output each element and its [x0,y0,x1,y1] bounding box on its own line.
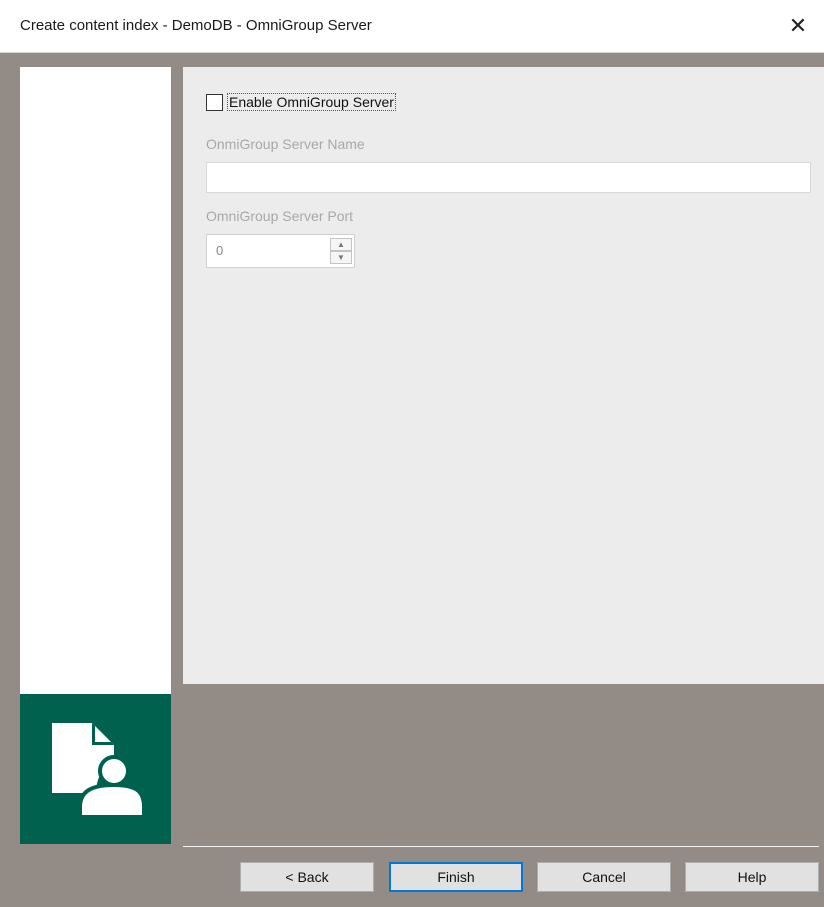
cancel-button[interactable]: Cancel [537,862,671,892]
footer-separator [183,846,819,847]
enable-server-checkbox[interactable] [206,93,223,111]
title-bar: Create content index - DemoDB - OmniGrou… [0,0,824,53]
back-button[interactable]: < Back [240,862,374,892]
document-user-icon [52,723,144,819]
window-title: Create content index - DemoDB - OmniGrou… [20,17,372,34]
server-port-label: OmniGroup Server Port [206,208,354,224]
spin-buttons: ▲ ▼ [330,238,352,264]
spin-up-icon[interactable]: ▲ [330,238,352,251]
server-port-value[interactable]: 0 [216,243,223,258]
server-name-input[interactable] [206,162,811,193]
server-name-label: OnmiGroup Server Name [206,136,365,152]
dialog-window: Create content index - DemoDB - OmniGrou… [0,0,824,907]
enable-server-label[interactable]: Enable OmniGroup Server [227,93,396,111]
finish-button[interactable]: Finish [389,862,523,892]
help-button[interactable]: Help [685,862,819,892]
close-icon[interactable]: ✕ [772,0,824,52]
spin-down-icon[interactable]: ▼ [330,251,352,264]
enable-server-row[interactable]: Enable OmniGroup Server [206,93,396,111]
wizard-side-panel [20,67,171,694]
server-port-stepper[interactable]: 0 ▲ ▼ [206,234,355,268]
content-panel [183,67,824,684]
